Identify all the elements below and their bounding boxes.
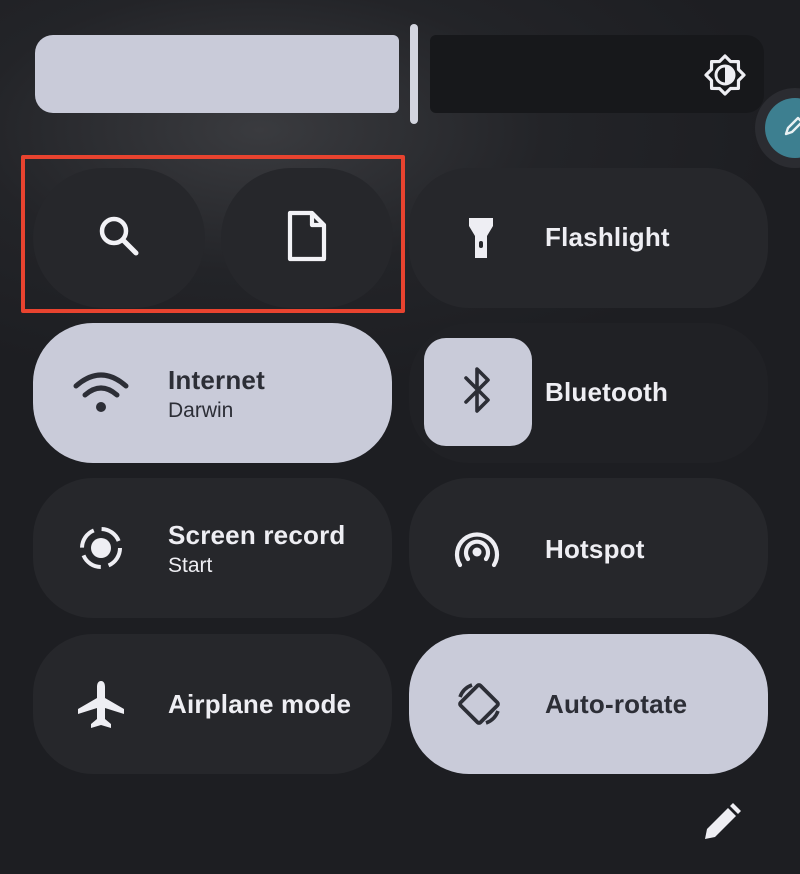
pencil-icon <box>783 115 800 142</box>
flashlight-label: Flashlight <box>545 222 670 252</box>
bluetooth-label: Bluetooth <box>545 377 669 407</box>
internet-subtitle: Darwin <box>168 399 234 422</box>
airplane-icon <box>71 674 131 734</box>
hotspot-label: Hotspot <box>545 534 645 564</box>
screen-record-label: Screen record <box>168 520 346 550</box>
airplane-mode-label: Airplane mode <box>168 689 352 719</box>
screen-record-icon <box>71 518 131 578</box>
internet-tile[interactable]: Internet Darwin <box>33 323 392 463</box>
hotspot-tile[interactable]: Hotspot <box>409 478 768 618</box>
hotspot-icon <box>447 518 507 578</box>
screen-record-subtitle: Start <box>168 554 213 577</box>
auto-rotate-label: Auto-rotate <box>545 689 688 719</box>
auto-rotate-icon <box>449 674 509 734</box>
internet-label: Internet <box>168 365 265 395</box>
screen-record-tile[interactable]: Screen record Start <box>33 478 392 618</box>
bluetooth-icon <box>460 364 496 421</box>
auto-rotate-tile[interactable]: Auto-rotate <box>409 634 768 774</box>
highlight-box <box>21 155 405 313</box>
brightness-icon <box>703 53 747 97</box>
brightness-slider-fill[interactable] <box>35 35 399 113</box>
bluetooth-icon-box[interactable] <box>424 338 532 446</box>
flashlight-tile[interactable]: Flashlight <box>409 168 768 308</box>
flashlight-icon <box>451 208 511 268</box>
edit-icon[interactable] <box>700 800 744 844</box>
airplane-mode-tile[interactable]: Airplane mode <box>33 634 392 774</box>
wifi-icon <box>71 363 131 423</box>
brightness-slider-handle[interactable] <box>410 24 418 124</box>
